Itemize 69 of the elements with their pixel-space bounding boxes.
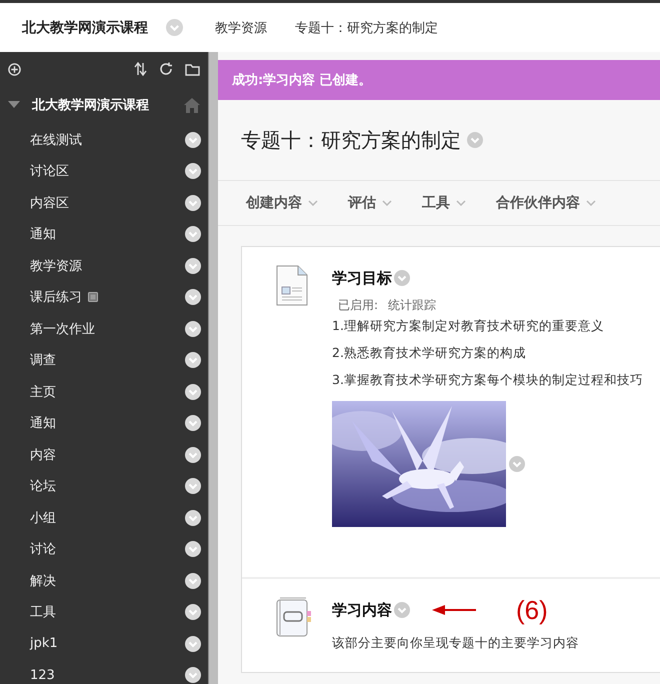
menu-item[interactable]: 讨论 xyxy=(30,540,56,558)
menu-item[interactable]: 解决 xyxy=(30,572,56,590)
menu-item[interactable]: 工具 xyxy=(30,603,56,622)
menu-item[interactable]: jpk1 xyxy=(30,636,58,652)
chevron-icon[interactable] xyxy=(185,352,201,368)
document-icon xyxy=(276,265,308,306)
chevron-icon[interactable] xyxy=(185,667,201,684)
chevron-icon[interactable] xyxy=(185,446,201,463)
menu-item[interactable]: 论坛 xyxy=(30,477,56,496)
add-icon[interactable] xyxy=(8,62,21,76)
menu-item[interactable]: 小组 xyxy=(30,508,56,527)
chevron-icon[interactable] xyxy=(185,226,201,242)
chevron-icon[interactable] xyxy=(185,636,201,652)
sort-icon[interactable] xyxy=(134,62,147,76)
menu-button[interactable]: 合作伙伴内容 xyxy=(496,194,596,212)
caret-icon xyxy=(456,200,466,206)
expand-icon[interactable] xyxy=(8,101,20,109)
caret-icon xyxy=(382,200,392,206)
menu-button[interactable]: 工具 xyxy=(422,194,466,212)
menu-item[interactable]: 内容区 xyxy=(30,194,69,212)
menu-item[interactable]: 第一次作业 xyxy=(30,320,95,338)
chevron-icon[interactable] xyxy=(185,320,201,337)
chevron-icon[interactable] xyxy=(185,510,201,526)
caret-icon xyxy=(308,200,318,206)
menu-item[interactable]: 内容 xyxy=(30,446,56,464)
menu-item[interactable]: 教学资源 xyxy=(30,256,82,275)
chevron-icon[interactable] xyxy=(185,194,201,211)
course-title[interactable]: 北大教学网演示课程 xyxy=(32,96,184,114)
item-title[interactable]: 学习内容 xyxy=(332,600,392,620)
notebook-icon xyxy=(276,597,312,637)
chevron-icon[interactable] xyxy=(185,384,201,400)
meta-value: 统计跟踪 xyxy=(388,297,436,314)
menu-item[interactable]: 调查 xyxy=(30,351,56,370)
menu-item[interactable]: 讨论区 xyxy=(30,162,69,180)
chevron-icon[interactable] xyxy=(185,289,201,306)
menu-item[interactable]: 在线测试 xyxy=(30,130,82,149)
breadcrumb-link[interactable]: 教学资源 xyxy=(215,18,267,36)
scrollbar[interactable] xyxy=(208,52,218,684)
annotation-label: (6) xyxy=(516,594,548,626)
description-text: 3.掌握教育技术学研究方案每个模块的制定过程和技巧 xyxy=(332,372,644,389)
chevron-icon[interactable] xyxy=(185,415,201,432)
page-title: 专题十：研究方案的制定 xyxy=(241,126,461,154)
chevron-icon[interactable] xyxy=(185,604,201,620)
description-text: 该部分主要向你呈现专题十的主要学习内容 xyxy=(332,635,580,652)
caret-icon xyxy=(586,200,596,206)
course-title[interactable]: 北大教学网演示课程 xyxy=(22,18,148,36)
chevron-icon[interactable] xyxy=(185,132,201,148)
menu-button[interactable]: 评估 xyxy=(348,194,392,212)
success-banner: 成功:学习内容 已创建。 xyxy=(218,60,660,100)
breadcrumb-link[interactable]: 专题十：研究方案的制定 xyxy=(295,18,438,36)
meta-label: 已启用: xyxy=(338,297,378,314)
menu-item[interactable]: 课后练习 xyxy=(30,288,82,306)
square-icon xyxy=(88,292,98,302)
item-title[interactable]: 学习目标 xyxy=(332,268,392,288)
arrow-icon xyxy=(432,604,476,616)
chevron-icon[interactable] xyxy=(185,541,201,558)
menu-item[interactable]: 通知 xyxy=(30,225,56,244)
menu-button[interactable]: 创建内容 xyxy=(246,194,318,212)
refresh-icon[interactable] xyxy=(159,62,173,76)
menu-item[interactable]: 通知 xyxy=(30,414,56,432)
description-text: 2.熟悉教育技术学研究方案的构成 xyxy=(332,345,527,362)
folder-icon[interactable] xyxy=(185,62,200,76)
chevron-icon[interactable] xyxy=(185,478,201,494)
chevron-icon[interactable] xyxy=(185,163,201,180)
menu-item[interactable]: 主页 xyxy=(30,382,56,401)
chevron-icon[interactable] xyxy=(185,258,201,274)
menu-item[interactable]: 123 xyxy=(30,668,55,683)
description-text: 1.理解研究方案制定对教育技术研究的重要意义 xyxy=(332,318,605,335)
chevron-icon[interactable] xyxy=(185,572,201,589)
